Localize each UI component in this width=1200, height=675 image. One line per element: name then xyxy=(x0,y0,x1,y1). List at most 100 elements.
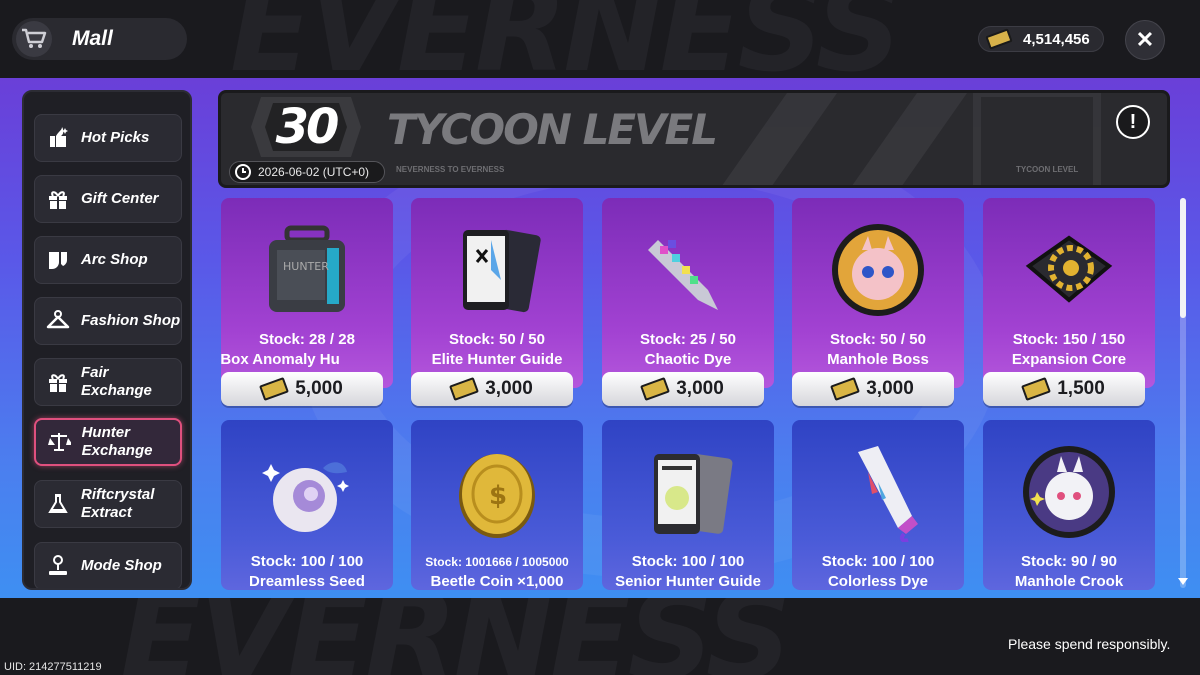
ticket-icon xyxy=(1021,377,1052,401)
tycoon-level-banner: 30 TYCOON LEVEL 2026-06-02 (UTC+0) NEVER… xyxy=(218,90,1170,188)
box-icon: HUNTER xyxy=(269,225,345,312)
sidebar-item-label: Mode Shop xyxy=(81,557,162,574)
ticket-icon xyxy=(830,377,861,401)
item-name: Beetle Coin ×1,000 xyxy=(430,573,564,590)
item-stock: Stock: 100 / 100 xyxy=(631,553,745,570)
sidebar-item-label: Gift Center xyxy=(81,190,159,207)
arc-icon xyxy=(45,247,71,273)
item-name: Elite Hunter Guide xyxy=(431,351,563,368)
reset-date: 2026-06-02 (UTC+0) xyxy=(258,165,370,179)
shop-item-card[interactable]: Stock: 100 / 100 Senior Hunter Guide xyxy=(602,420,774,590)
sidebar-item-hunter-exchange[interactable]: Hunter Exchange xyxy=(34,418,182,466)
gift-exchange-icon xyxy=(45,369,71,395)
price-value: 3,000 xyxy=(676,378,724,399)
hanger-icon xyxy=(45,308,71,334)
guide-icon xyxy=(654,454,733,534)
shop-item-card[interactable]: Stock: 90 / 90 Manhole Crook xyxy=(983,420,1155,590)
close-button[interactable]: ✕ xyxy=(1125,20,1165,60)
guide-icon xyxy=(463,229,541,313)
item-name: Colorless Dye xyxy=(827,573,929,590)
seed-icon xyxy=(262,462,349,532)
price-button[interactable]: 3,000 xyxy=(602,372,764,406)
tube-icon xyxy=(858,446,918,542)
item-stock: Stock: 90 / 90 xyxy=(1021,553,1117,570)
price-value: 5,000 xyxy=(295,378,343,399)
shop-item-card[interactable]: Stock: 100 / 100 Colorless Dye xyxy=(792,420,964,590)
price-value: 3,000 xyxy=(866,378,914,399)
item-name: Chaotic Dye xyxy=(644,351,732,368)
item-stock: Stock: 25 / 50 xyxy=(640,331,736,348)
price-button[interactable]: 3,000 xyxy=(792,372,954,406)
cart-icon xyxy=(16,21,52,57)
sidebar-item-label: Riftcrystal Extract xyxy=(81,486,155,521)
manhole-icon xyxy=(832,224,924,316)
shop-item-card[interactable]: HUNTER Stock: 28 / 28 n Box Anomaly Hu xyxy=(221,198,393,388)
sidebar-item-label: Fashion Shop xyxy=(81,312,181,329)
mall-header: Mall xyxy=(12,18,187,60)
scrollbar-thumb[interactable] xyxy=(1180,198,1186,318)
item-stock: Stock: 100 / 100 xyxy=(821,553,935,570)
shop-item-card[interactable]: Stock: 50 / 50 Manhole Boss xyxy=(792,198,964,388)
item-name: n Box Anomaly Hu xyxy=(221,351,340,368)
clock-icon xyxy=(235,164,251,180)
sidebar-item-label: Hot Picks xyxy=(81,129,150,146)
ticket-icon xyxy=(985,28,1013,50)
sidebar-item-fair-exchange[interactable]: Fair Exchange xyxy=(34,358,182,406)
flask-icon xyxy=(45,491,71,517)
scroll-down-icon[interactable] xyxy=(1178,578,1188,585)
svg-text:HUNTER: HUNTER xyxy=(283,260,329,273)
info-button[interactable]: ! xyxy=(1116,105,1150,139)
sidebar-item-label: Arc Shop xyxy=(81,251,148,268)
item-name: Dreamless Seed xyxy=(249,573,365,590)
price-button[interactable]: 3,000 xyxy=(411,372,573,406)
manhole-icon xyxy=(1023,446,1115,538)
ticket-icon xyxy=(449,377,480,401)
currency-display[interactable]: 4,514,456 xyxy=(978,26,1104,52)
gift-icon xyxy=(45,186,71,212)
shop-item-card[interactable]: $ Stock: 1001666 / 1005000 Beetle Coin ×… xyxy=(411,420,583,590)
item-stock: Stock: 28 / 28 xyxy=(259,331,355,348)
sidebar-item-riftcrystal-extract[interactable]: Riftcrystal Extract xyxy=(34,480,182,528)
shop-item-card[interactable]: Stock: 25 / 50 Chaotic Dye xyxy=(602,198,774,388)
price-button[interactable]: 5,000 xyxy=(221,372,383,406)
shop-item-card[interactable]: Stock: 100 / 100 Dreamless Seed xyxy=(221,420,393,590)
sidebar-item-label: Hunter Exchange xyxy=(81,424,153,459)
page-title: Mall xyxy=(72,27,113,50)
shop-item-card[interactable]: Stock: 150 / 150 Expansion Core xyxy=(983,198,1155,388)
item-stock: Stock: 50 / 50 xyxy=(830,331,926,348)
sidebar-item-hot-picks[interactable]: Hot Picks xyxy=(34,114,182,162)
level-badge: 30 xyxy=(251,97,361,157)
scales-icon xyxy=(46,429,72,455)
item-stock: Stock: 1001666 / 1005000 xyxy=(425,555,569,569)
dye-icon xyxy=(648,240,718,310)
sidebar-item-mode-shop[interactable]: Mode Shop xyxy=(34,542,182,588)
price-button[interactable]: 1,500 xyxy=(983,372,1145,406)
item-name: Senior Hunter Guide xyxy=(615,573,761,590)
item-stock: Stock: 100 / 100 xyxy=(250,553,364,570)
user-id: UID: 214277511219 xyxy=(4,661,102,673)
sidebar-item-label: Fair Exchange xyxy=(81,364,152,399)
svg-text:$: $ xyxy=(489,481,507,511)
date-pill: 2026-06-02 (UTC+0) xyxy=(229,161,385,183)
item-name: Manhole Crook xyxy=(1014,573,1124,590)
hot-picks-icon xyxy=(45,125,71,151)
price-value: 1,500 xyxy=(1057,378,1105,399)
item-stock: Stock: 50 / 50 xyxy=(449,331,545,348)
shop-item-card[interactable]: Stock: 50 / 50 Elite Hunter Guide xyxy=(411,198,583,388)
backdrop-watermark: EVERNESS xyxy=(230,0,902,78)
item-name: Manhole Boss xyxy=(827,351,929,368)
item-stock: Stock: 150 / 150 xyxy=(1012,331,1126,348)
sidebar-item-arc-shop[interactable]: Arc Shop xyxy=(34,236,182,284)
sidebar-item-gift-center[interactable]: Gift Center xyxy=(34,175,182,223)
core-icon xyxy=(1025,235,1113,303)
person-pin-icon xyxy=(45,553,71,579)
sidebar-item-fashion-shop[interactable]: Fashion Shop xyxy=(34,297,182,345)
ticket-icon xyxy=(640,377,671,401)
ticket-icon xyxy=(259,377,290,401)
price-value: 3,000 xyxy=(485,378,533,399)
backdrop-watermark-bottom: EVERNESS xyxy=(120,598,792,675)
tycoon-level-title: TYCOON LEVEL xyxy=(387,105,718,154)
tycoon-level-number: 30 xyxy=(275,99,340,155)
coin-icon: $ xyxy=(459,454,535,538)
banner-caption-left: NEVERNESS TO EVERNESS xyxy=(396,165,505,174)
